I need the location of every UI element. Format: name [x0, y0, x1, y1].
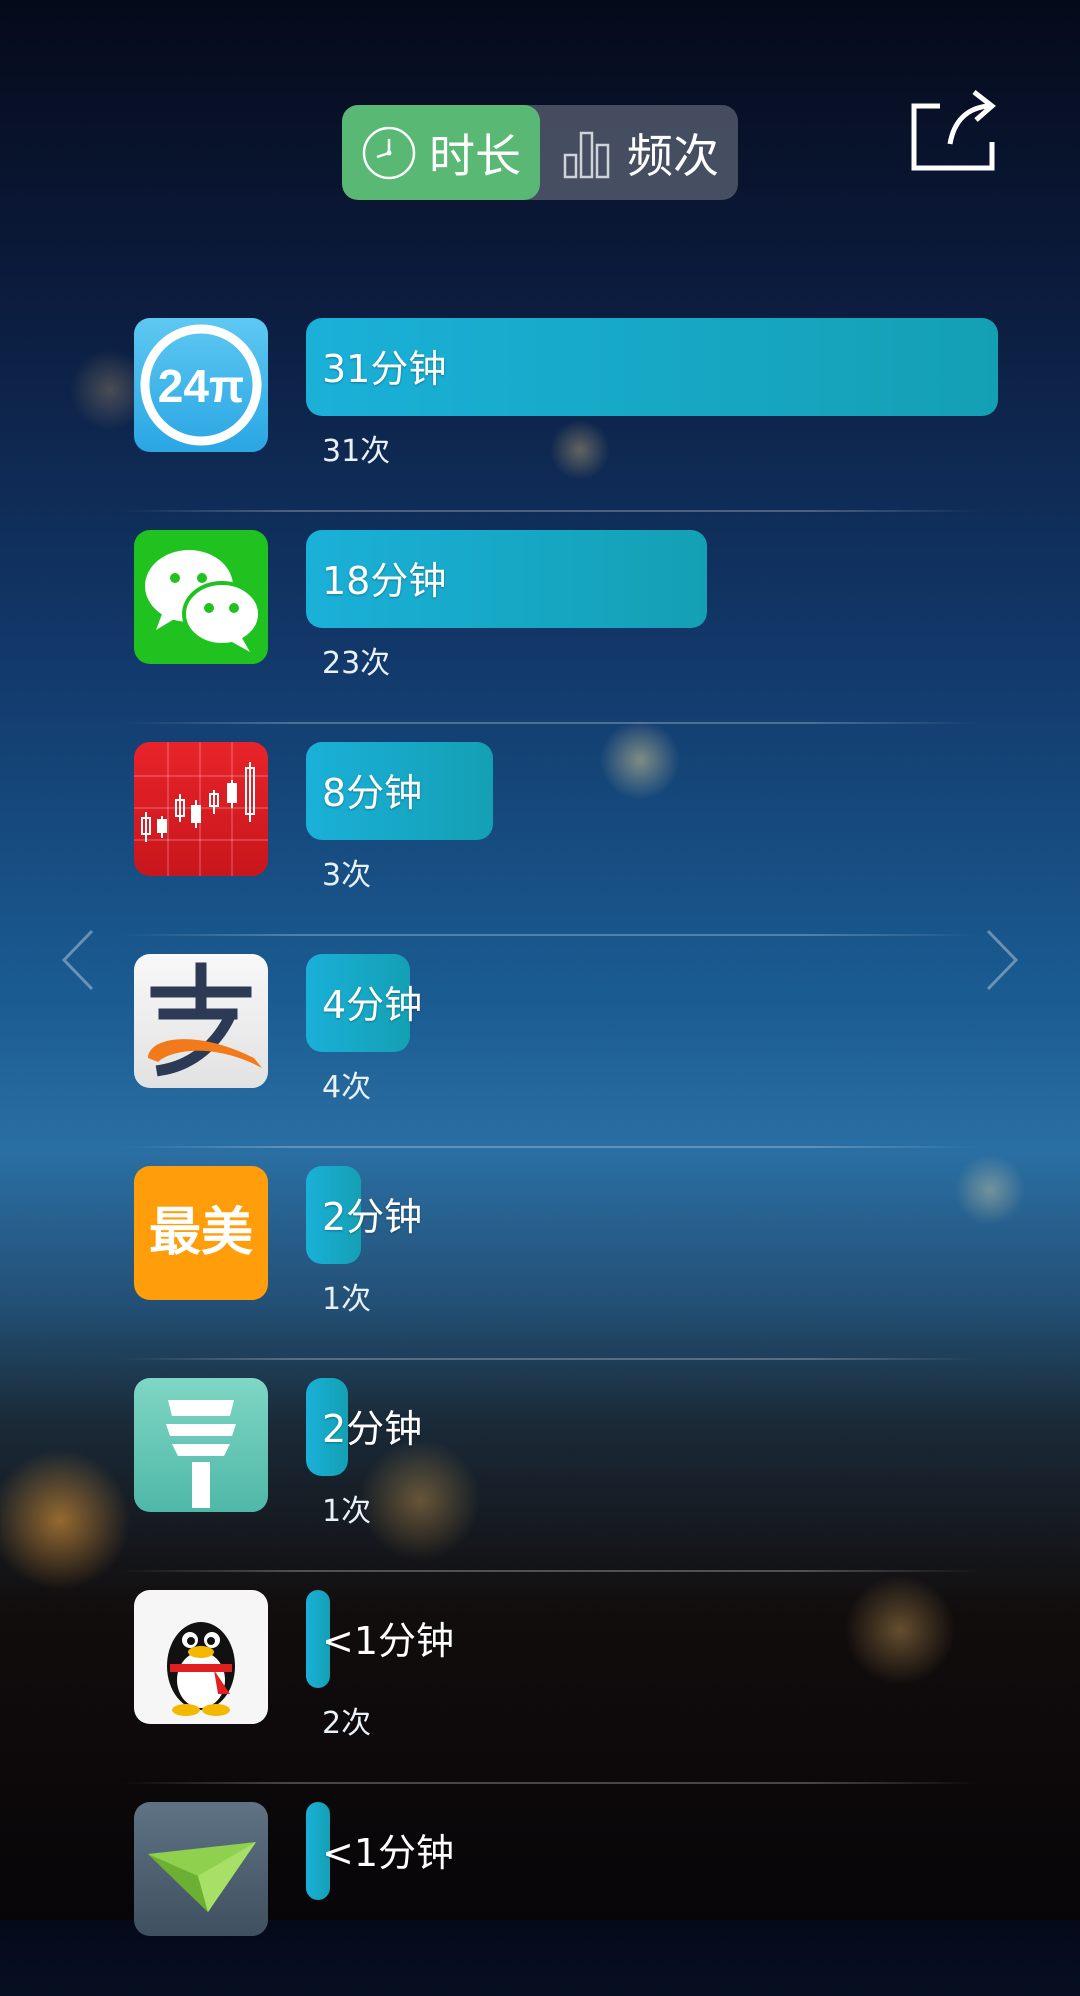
top-bar: 时长 频次	[0, 0, 1080, 240]
count-label: 1次	[322, 1494, 372, 1529]
tab-frequency[interactable]: 频次	[540, 105, 738, 200]
clock-icon	[362, 126, 416, 179]
count-label: 23次	[322, 646, 391, 681]
24pi-app-icon: 24π	[134, 318, 268, 452]
list-item[interactable]: 24π 31分钟 31次	[0, 300, 1080, 512]
tab-frequency-label: 频次	[627, 128, 719, 183]
duration-label: 4分钟	[322, 983, 423, 1027]
share-icon[interactable]	[910, 86, 996, 172]
stock-chart-app-icon	[134, 742, 268, 876]
tab-duration[interactable]: 时长	[342, 105, 540, 200]
count-label: 2次	[322, 1706, 372, 1741]
list-item[interactable]: <1分钟 2次	[0, 1572, 1080, 1784]
count-label: 4次	[322, 1070, 372, 1105]
zuimei-app-icon: 最美	[134, 1166, 268, 1300]
duration-label: 2分钟	[322, 1407, 423, 1451]
count-label: 1次	[322, 1282, 372, 1317]
duration-label: 8分钟	[322, 771, 423, 815]
qq-penguin-app-icon	[134, 1590, 268, 1724]
duration-label: <1分钟	[322, 1619, 455, 1663]
bar-chart-icon	[563, 131, 610, 178]
wechat-app-icon	[134, 530, 268, 664]
list-item[interactable]: 8分钟 3次	[0, 724, 1080, 936]
app-usage-list: 24π 31分钟 31次 18分钟 23次 8分钟 3次 4分钟 4次 最美 2…	[0, 300, 1080, 1996]
tab-duration-label: 时长	[429, 128, 521, 183]
alipay-app-icon	[134, 954, 268, 1088]
list-item[interactable]: 2分钟 1次	[0, 1360, 1080, 1572]
list-item[interactable]: 4分钟 4次	[0, 936, 1080, 1148]
list-item[interactable]: 18分钟 23次	[0, 512, 1080, 724]
zuimei-logo-text: 最美	[149, 1203, 253, 1263]
control-tower-app-icon	[134, 1378, 268, 1512]
count-label: 31次	[322, 434, 391, 469]
duration-label: 18分钟	[322, 559, 447, 603]
list-item[interactable]: <1分钟	[0, 1784, 1080, 1996]
duration-label: 31分钟	[322, 347, 447, 391]
count-label: 3次	[322, 858, 372, 893]
list-item[interactable]: 最美 2分钟 1次	[0, 1148, 1080, 1360]
view-toggle: 时长 频次	[342, 105, 738, 200]
duration-label: <1分钟	[322, 1831, 455, 1875]
duration-label: 2分钟	[322, 1195, 423, 1239]
paper-plane-app-icon	[134, 1802, 268, 1936]
24pi-logo-text: 24π	[158, 360, 244, 412]
